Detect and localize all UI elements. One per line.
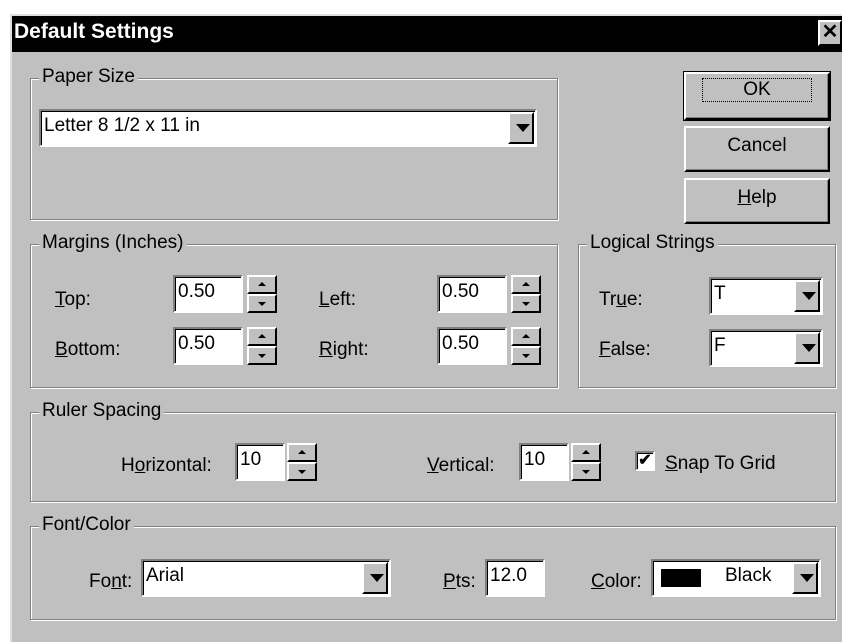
close-icon: ✕ (821, 21, 839, 43)
margins-legend: Margins (Inches) (39, 232, 187, 254)
vertical-spinner[interactable] (571, 443, 601, 481)
true-dropdown-button[interactable] (794, 280, 820, 312)
spin-up-icon[interactable] (247, 275, 277, 294)
color-value: Black (725, 565, 772, 586)
margins-group: Margins (Inches) Top: 0.50 Bottom: 0.50 … (30, 232, 558, 388)
paper-size-legend: Paper Size (39, 66, 138, 88)
paper-size-value: Letter 8 1/2 x 11 in (44, 115, 200, 136)
bottom-label: Bottom: (55, 339, 121, 360)
font-color-legend: Font/Color (39, 514, 134, 536)
paper-size-dropdown-button[interactable] (508, 112, 534, 144)
cancel-button[interactable]: Cancel (684, 126, 830, 172)
ok-button[interactable]: OK (683, 71, 831, 121)
spin-down-icon[interactable] (511, 294, 541, 313)
vertical-spacing-input[interactable]: 10 (519, 443, 569, 481)
font-select[interactable]: Arial (141, 559, 391, 597)
close-button[interactable]: ✕ (818, 20, 842, 46)
checkmark-icon: ✔ (638, 452, 652, 469)
true-string-select[interactable]: T (709, 277, 823, 315)
spin-down-icon[interactable] (247, 346, 277, 365)
right-label: Right: (319, 339, 369, 360)
horizontal-spinner[interactable] (287, 443, 317, 481)
help-button[interactable]: Help (684, 178, 830, 224)
ok-button-label: OK (702, 78, 812, 102)
left-margin-input[interactable]: 0.50 (437, 275, 507, 313)
spin-up-icon[interactable] (571, 443, 601, 462)
horizontal-spacing-input[interactable]: 10 (235, 443, 285, 481)
color-swatch (661, 569, 701, 587)
font-dropdown-button[interactable] (362, 562, 388, 594)
cancel-button-label: Cancel (727, 135, 787, 156)
left-label: Left: (319, 289, 356, 310)
top-label: Top: (55, 289, 91, 310)
help-button-label: Help (737, 187, 777, 208)
font-label: Font: (89, 571, 133, 592)
pts-label: Pts: (443, 571, 476, 592)
spin-up-icon[interactable] (511, 327, 541, 346)
bottom-margin-spinner[interactable] (247, 327, 277, 365)
title-bar[interactable]: Default Settings ✕ (12, 16, 842, 52)
spin-up-icon[interactable] (247, 327, 277, 346)
false-dropdown-button[interactable] (794, 332, 820, 364)
snap-to-grid-label[interactable]: Snap To Grid (665, 453, 776, 475)
top-margin-spinner[interactable] (247, 275, 277, 313)
spin-up-icon[interactable] (287, 443, 317, 462)
vertical-label: Vertical: (427, 455, 495, 476)
spin-up-icon[interactable] (511, 275, 541, 294)
true-label: True: (599, 289, 643, 310)
spin-down-icon[interactable] (571, 462, 601, 481)
top-margin-input[interactable]: 0.50 (173, 275, 243, 313)
bottom-margin-input[interactable]: 0.50 (173, 327, 243, 365)
snap-to-grid-checkbox[interactable]: ✔ (635, 451, 655, 471)
horizontal-label: Horizontal: (121, 455, 212, 476)
false-string-select[interactable]: F (709, 329, 823, 367)
logical-strings-legend: Logical Strings (587, 232, 718, 254)
spin-down-icon[interactable] (287, 462, 317, 481)
paper-size-select[interactable]: Letter 8 1/2 x 11 in (39, 109, 537, 147)
ruler-spacing-group: Ruler Spacing Horizontal: 10 Vertical: 1… (30, 400, 836, 502)
color-dropdown-button[interactable] (792, 562, 818, 594)
dialog-window: Default Settings ✕ Paper Size Letter 8 1… (10, 14, 842, 642)
spin-down-icon[interactable] (247, 294, 277, 313)
logical-strings-group: Logical Strings True: T False: F (578, 232, 836, 388)
paper-size-group: Paper Size Letter 8 1/2 x 11 in (30, 66, 558, 220)
color-select[interactable]: Black (651, 559, 821, 597)
right-margin-spinner[interactable] (511, 327, 541, 365)
right-margin-input[interactable]: 0.50 (437, 327, 507, 365)
spin-down-icon[interactable] (511, 346, 541, 365)
color-label: Color: (591, 571, 642, 592)
ruler-spacing-legend: Ruler Spacing (39, 400, 165, 422)
false-label: False: (599, 339, 651, 360)
font-color-group: Font/Color Font: Arial Pts: 12.0 Color: … (30, 514, 836, 620)
left-margin-spinner[interactable] (511, 275, 541, 313)
dialog-title: Default Settings (14, 20, 174, 43)
pts-input[interactable]: 12.0 (485, 559, 545, 597)
